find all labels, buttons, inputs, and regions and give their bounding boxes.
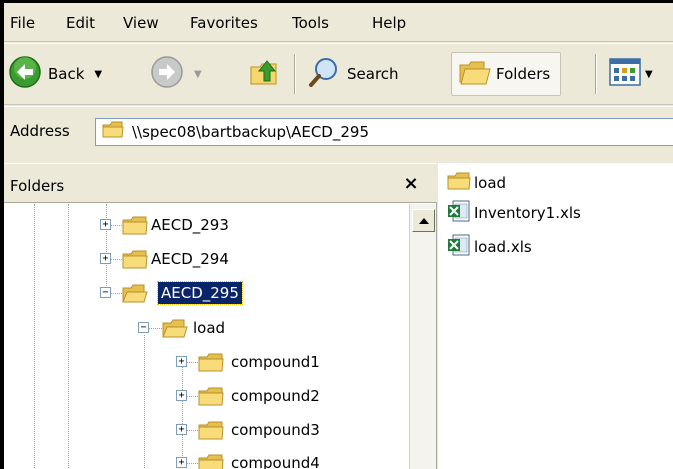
tree-item-aecd-293[interactable]: AECD_293 <box>148 214 232 236</box>
folders-label: Folders <box>496 65 551 83</box>
menu-edit[interactable]: Edit <box>66 13 95 33</box>
collapse-toggle[interactable]: − <box>100 287 111 298</box>
menu-file[interactable]: File <box>10 13 35 33</box>
file-item[interactable]: load.xls <box>447 233 532 261</box>
tree-guide-line <box>106 204 107 294</box>
network-folder-icon <box>102 121 124 143</box>
folders-pane-title: Folders <box>10 177 65 195</box>
file-item[interactable]: load <box>447 171 506 195</box>
file-item[interactable]: Inventory1.xls <box>447 199 581 227</box>
folder-icon <box>122 215 148 240</box>
tree-guide-line <box>182 356 183 469</box>
tree-item-load[interactable]: load <box>190 317 228 339</box>
address-bar: Address \\spec08\bartbackup\AECD_295 <box>4 106 673 157</box>
toolbar-separator <box>595 54 597 94</box>
tree-guide-line <box>68 204 69 469</box>
back-dropdown-icon[interactable]: ▼ <box>94 69 102 80</box>
tree-item-compound4[interactable]: compound4 <box>228 452 323 469</box>
tree-item-compound2[interactable]: compound2 <box>228 385 323 407</box>
scroll-up-button[interactable] <box>412 209 435 232</box>
file-list-pane: load Inventory1.xls load.xls <box>438 163 673 469</box>
expand-toggle[interactable]: + <box>176 424 187 435</box>
search-icon <box>307 55 341 93</box>
toolbar-separator <box>294 54 296 94</box>
back-button[interactable]: Back ▼ <box>8 52 102 96</box>
toolbar: Back ▼ ▼ Search Folders ▼ <box>4 43 673 105</box>
expand-toggle[interactable]: + <box>176 457 187 468</box>
excel-file-icon <box>447 233 471 261</box>
folder-icon <box>122 249 148 274</box>
tree-item-aecd-295[interactable]: AECD_295 <box>157 281 243 305</box>
folders-button[interactable]: Folders <box>451 52 562 96</box>
folder-icon <box>198 386 224 411</box>
address-label: Address <box>10 122 70 140</box>
search-button[interactable]: Search <box>307 52 399 96</box>
forward-dropdown-icon[interactable]: ▼ <box>194 69 202 80</box>
up-folder-button[interactable] <box>248 52 282 96</box>
up-folder-icon <box>248 55 282 93</box>
vertical-scrollbar[interactable] <box>409 204 436 469</box>
folder-icon <box>198 453 224 469</box>
back-arrow-icon <box>8 55 42 93</box>
collapse-toggle[interactable]: − <box>138 322 149 333</box>
folders-pane: Folders × + AECD_293 + AECD_294 − AECD_2… <box>4 163 437 469</box>
search-label: Search <box>347 65 399 83</box>
file-name: Inventory1.xls <box>474 204 581 222</box>
open-folder-icon <box>122 283 148 308</box>
views-dropdown-icon[interactable]: ▼ <box>645 69 653 80</box>
tree-guide-line <box>34 204 35 469</box>
expand-toggle[interactable]: + <box>176 390 187 401</box>
folder-tree: + AECD_293 + AECD_294 − AECD_295 − load … <box>4 204 409 469</box>
file-name: load.xls <box>474 238 532 256</box>
open-folder-icon <box>162 318 188 343</box>
expand-toggle[interactable]: + <box>100 219 111 230</box>
menu-view[interactable]: View <box>123 13 159 33</box>
address-value: \\spec08\bartbackup\AECD_295 <box>132 123 369 141</box>
forward-button[interactable]: ▼ <box>150 52 202 96</box>
expand-toggle[interactable]: + <box>176 356 187 367</box>
folders-pane-header: Folders × <box>4 163 437 203</box>
folder-icon <box>447 171 471 195</box>
file-name: load <box>474 174 507 192</box>
forward-arrow-icon <box>150 55 184 93</box>
tree-item-compound1[interactable]: compound1 <box>228 351 323 373</box>
address-input[interactable]: \\spec08\bartbackup\AECD_295 <box>95 118 673 146</box>
menu-bar: File Edit View Favorites Tools Help <box>4 3 673 42</box>
excel-file-icon <box>447 199 471 227</box>
views-icon <box>609 57 641 91</box>
up-arrow-icon <box>418 213 430 229</box>
folder-icon <box>198 420 224 445</box>
tree-item-compound3[interactable]: compound3 <box>228 419 323 441</box>
menu-tools[interactable]: Tools <box>292 13 329 33</box>
views-button[interactable]: ▼ <box>609 52 653 96</box>
folders-icon <box>458 55 492 93</box>
close-icon[interactable]: × <box>399 173 423 195</box>
tree-guide-line <box>144 335 145 469</box>
menu-favorites[interactable]: Favorites <box>190 13 258 33</box>
tree-item-aecd-294[interactable]: AECD_294 <box>148 248 232 270</box>
back-label: Back <box>48 65 85 83</box>
explorer-window: File Edit View Favorites Tools Help Back… <box>0 0 673 469</box>
folder-icon <box>198 352 224 377</box>
expand-toggle[interactable]: + <box>100 253 111 264</box>
menu-help[interactable]: Help <box>372 13 406 33</box>
